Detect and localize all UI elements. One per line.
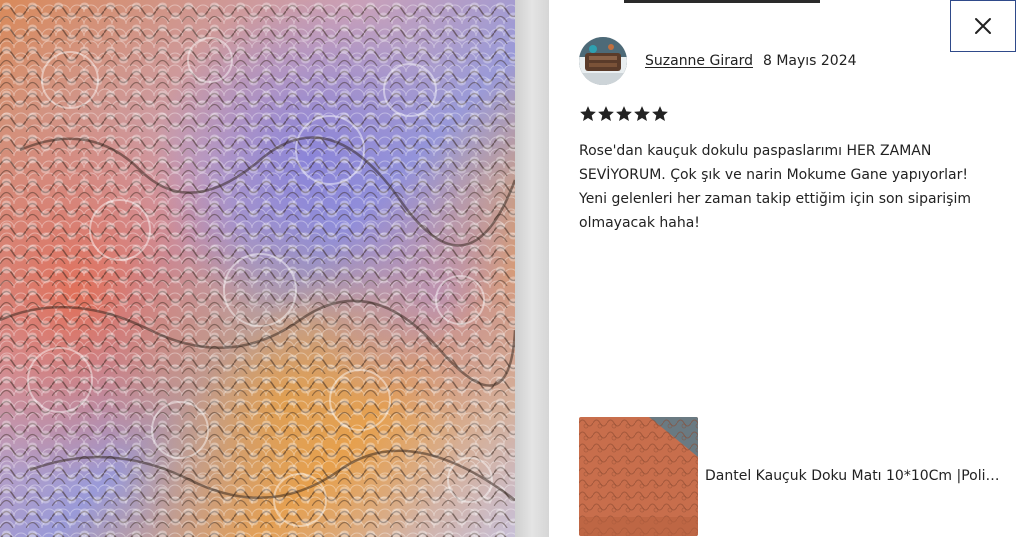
star-icon bbox=[634, 106, 650, 121]
star-icon bbox=[580, 106, 596, 121]
reviewer-info: Suzanne Girard 8 Mayıs 2024 bbox=[579, 37, 857, 85]
lace-texture-photo bbox=[0, 0, 515, 537]
avatar-image bbox=[579, 37, 627, 85]
top-edge-strip bbox=[624, 0, 820, 3]
review-date: 8 Mayıs 2024 bbox=[762, 53, 857, 69]
review-text: Rose'dan kauçuk dokulu paspaslarımı HER … bbox=[579, 143, 971, 231]
star-rating bbox=[579, 105, 669, 123]
star-icon bbox=[598, 106, 614, 121]
review-photo bbox=[0, 0, 549, 537]
product-thumbnail-image bbox=[579, 416, 698, 536]
star-icon bbox=[616, 106, 632, 121]
product-thumbnail bbox=[579, 416, 698, 536]
product-title: Dantel Kauçuk Doku Matı 10*10Cm |Polimer… bbox=[705, 468, 1005, 484]
star-icon bbox=[652, 106, 668, 121]
close-icon bbox=[975, 18, 991, 34]
product-link[interactable]: Dantel Kauçuk Doku Matı 10*10Cm |Polimer… bbox=[579, 416, 1009, 536]
avatar[interactable] bbox=[579, 37, 627, 85]
photo-backdrop bbox=[515, 0, 549, 537]
review-detail-panel: Suzanne Girard 8 Mayıs 2024 Rose'dan kau… bbox=[549, 0, 1019, 537]
reviewer-name-link[interactable]: Suzanne Girard bbox=[645, 53, 753, 69]
close-button[interactable] bbox=[950, 0, 1016, 52]
